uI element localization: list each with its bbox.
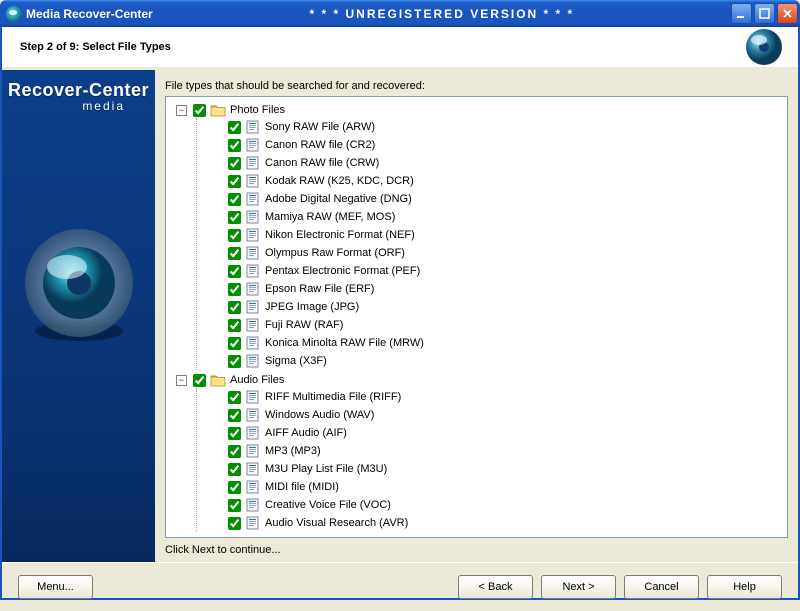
file-icon — [245, 174, 261, 188]
tree-checkbox[interactable] — [228, 319, 241, 332]
next-button[interactable]: Next > — [541, 575, 616, 599]
tree-checkbox[interactable] — [193, 374, 206, 387]
file-icon — [245, 210, 261, 224]
tree-item-label[interactable]: Fuji RAW (RAF) — [265, 319, 343, 331]
tree-checkbox[interactable] — [228, 139, 241, 152]
tree-group-label[interactable]: Photo Files — [230, 104, 285, 116]
file-icon — [245, 138, 261, 152]
file-icon — [245, 444, 261, 458]
tree-checkbox[interactable] — [228, 337, 241, 350]
prompt-label: File types that should be searched for a… — [165, 80, 788, 92]
cd-icon — [744, 27, 784, 67]
tree-checkbox[interactable] — [228, 265, 241, 278]
file-icon — [245, 228, 261, 242]
tree-checkbox[interactable] — [228, 121, 241, 134]
tree-item-label[interactable]: AIFF Audio (AIF) — [265, 427, 347, 439]
tree-item-label[interactable]: Windows Audio (WAV) — [265, 409, 374, 421]
tree-checkbox[interactable] — [228, 193, 241, 206]
tree-item-label[interactable]: Epson Raw File (ERF) — [265, 283, 374, 295]
tree-checkbox[interactable] — [228, 445, 241, 458]
tree-checkbox[interactable] — [228, 283, 241, 296]
disc-icon — [19, 223, 139, 343]
tree-checkbox[interactable] — [228, 517, 241, 530]
file-icon — [245, 426, 261, 440]
tree-item-label[interactable]: JPEG Image (JPG) — [265, 301, 359, 313]
file-icon — [245, 390, 261, 404]
folder-icon — [210, 103, 226, 117]
hint-label: Click Next to continue... — [165, 544, 788, 556]
maximize-button[interactable] — [754, 3, 775, 24]
tree-checkbox[interactable] — [228, 211, 241, 224]
tree-checkbox[interactable] — [228, 175, 241, 188]
minimize-button[interactable] — [731, 3, 752, 24]
tree-item-label[interactable]: Canon RAW file (CR2) — [265, 139, 375, 151]
brand-subtitle: media — [82, 99, 125, 113]
file-icon — [245, 246, 261, 260]
menu-button[interactable]: Menu... — [18, 575, 93, 599]
tree-item-label[interactable]: M3U Play List File (M3U) — [265, 463, 387, 475]
main-panel: File types that should be searched for a… — [155, 70, 798, 562]
brand-title: Recover-Center — [8, 80, 149, 101]
tree-item-label[interactable]: Nikon Electronic Format (NEF) — [265, 229, 415, 241]
tree-item-label[interactable]: Canon RAW file (CRW) — [265, 157, 379, 169]
app-icon — [6, 6, 22, 22]
file-icon — [245, 408, 261, 422]
tree-checkbox[interactable] — [228, 409, 241, 422]
file-icon — [245, 354, 261, 368]
tree-checkbox[interactable] — [228, 301, 241, 314]
tree-checkbox[interactable] — [228, 463, 241, 476]
tree-checkbox[interactable] — [228, 427, 241, 440]
tree-item-label[interactable]: RIFF Multimedia File (RIFF) — [265, 391, 401, 403]
tree-checkbox[interactable] — [228, 157, 241, 170]
sidebar: Recover-Center media — [2, 70, 155, 562]
tree-item-label[interactable]: Konica Minolta RAW File (MRW) — [265, 337, 424, 349]
tree-item-label[interactable]: Pentax Electronic Format (PEF) — [265, 265, 420, 277]
wizard-header: Step 2 of 9: Select File Types — [2, 27, 798, 70]
help-button[interactable]: Help — [707, 575, 782, 599]
file-icon — [245, 498, 261, 512]
tree-item-label[interactable]: Olympus Raw Format (ORF) — [265, 247, 405, 259]
file-icon — [245, 264, 261, 278]
cancel-button[interactable]: Cancel — [624, 575, 699, 599]
tree-item-label[interactable]: MIDI file (MIDI) — [265, 481, 339, 493]
tree-checkbox[interactable] — [228, 229, 241, 242]
file-icon — [245, 336, 261, 350]
button-bar: Menu... < Back Next > Cancel Help — [2, 562, 798, 611]
file-icon — [245, 300, 261, 314]
tree-checkbox[interactable] — [228, 499, 241, 512]
tree-checkbox[interactable] — [228, 355, 241, 368]
tree-checkbox[interactable] — [228, 247, 241, 260]
tree-item-label[interactable]: Sigma (X3F) — [265, 355, 327, 367]
tree-group-label[interactable]: Audio Files — [230, 374, 284, 386]
file-icon — [245, 192, 261, 206]
file-icon — [245, 480, 261, 494]
file-icon — [245, 516, 261, 530]
back-button[interactable]: < Back — [458, 575, 533, 599]
file-icon — [245, 120, 261, 134]
window-banner: * * * UNREGISTERED VERSION * * * — [153, 7, 731, 21]
tree-item-label[interactable]: Kodak RAW (K25, KDC, DCR) — [265, 175, 414, 187]
close-button[interactable] — [777, 3, 798, 24]
tree-item-label[interactable]: Audio Visual Research (AVR) — [265, 517, 408, 529]
title-bar: Media Recover-Center * * * UNREGISTERED … — [0, 0, 800, 27]
tree-item-label[interactable]: Creative Voice File (VOC) — [265, 499, 391, 511]
tree-checkbox[interactable] — [228, 391, 241, 404]
file-icon — [245, 318, 261, 332]
folder-icon — [210, 373, 226, 387]
file-icon — [245, 282, 261, 296]
tree-expander[interactable]: − — [176, 375, 187, 386]
tree-checkbox[interactable] — [193, 104, 206, 117]
file-icon — [245, 156, 261, 170]
tree-item-label[interactable]: Adobe Digital Negative (DNG) — [265, 193, 412, 205]
tree-item-label[interactable]: Mamiya RAW (MEF, MOS) — [265, 211, 395, 223]
tree-item-label[interactable]: Sony RAW File (ARW) — [265, 121, 375, 133]
file-types-tree[interactable]: − Photo Files Sony RAW File (ARW) Canon RAW… — [165, 96, 788, 538]
tree-expander[interactable]: − — [176, 105, 187, 116]
file-icon — [245, 462, 261, 476]
tree-item-label[interactable]: MP3 (MP3) — [265, 445, 321, 457]
window-title: Media Recover-Center — [26, 7, 153, 21]
tree-checkbox[interactable] — [228, 481, 241, 494]
wizard-step-title: Step 2 of 9: Select File Types — [20, 41, 171, 53]
